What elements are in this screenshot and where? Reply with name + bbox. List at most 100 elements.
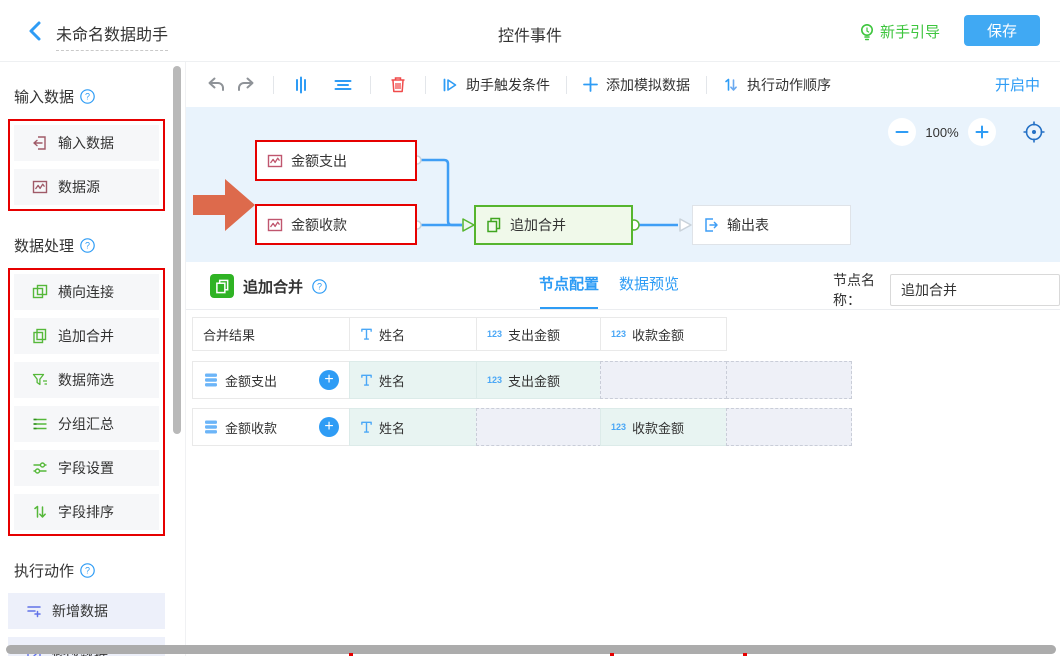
fit-view-button[interactable] <box>1020 118 1048 146</box>
trigger-condition-button[interactable]: 助手触发条件 <box>442 75 550 95</box>
sidebar-item-field-settings[interactable]: 字段设置 <box>14 450 159 486</box>
cell-label: 姓名 <box>379 371 405 390</box>
empty-cell[interactable] <box>600 361 727 399</box>
section-input-data: 输入数据 ? <box>14 86 185 107</box>
empty-cell[interactable] <box>476 408 601 446</box>
redo-button[interactable] <box>235 74 257 96</box>
node-income-source[interactable]: 金额收款 <box>255 204 417 245</box>
section-title: 数据处理 <box>14 235 74 256</box>
minus-icon <box>895 125 909 139</box>
redo-icon <box>236 77 256 93</box>
zoom-controls: 100% <box>888 118 1060 146</box>
align-vertical-button[interactable] <box>290 74 312 96</box>
flow-canvas[interactable]: 金额支出 金额收款 追加合并 输出表 100% <box>186 107 1060 262</box>
align-horizontal-button[interactable] <box>332 74 354 96</box>
add-field-button[interactable]: + <box>319 417 339 437</box>
horizontal-scrollbar[interactable] <box>6 645 1056 654</box>
toolbar-divider <box>566 76 567 94</box>
add-mock-data-button[interactable]: 添加模拟数据 <box>583 75 690 95</box>
empty-cell[interactable] <box>726 408 852 446</box>
cell-label: 支出金额 <box>508 371 560 390</box>
node-label: 金额支出 <box>291 151 347 171</box>
status-toggle[interactable]: 开启中 <box>995 74 1040 95</box>
node-append-merge[interactable]: 追加合并 <box>474 205 633 245</box>
text-type-icon <box>360 327 373 341</box>
header-cell-income-amount: 123 收款金额 <box>600 317 727 351</box>
save-button[interactable]: 保存 <box>964 15 1040 46</box>
tab-data-preview[interactable]: 数据预览 <box>618 262 680 310</box>
item-label: 数据筛选 <box>58 370 114 390</box>
trigger-condition-label: 助手触发条件 <box>466 75 550 95</box>
section-title: 输入数据 <box>14 86 74 107</box>
sidebar: 输入数据 ? 输入数据 数据源 数据处理 ? 横向连接 追加合并 <box>0 62 186 656</box>
beginner-guide-button[interactable]: 新手引导 <box>859 21 940 42</box>
action-order-button[interactable]: 执行动作顺序 <box>723 75 831 95</box>
help-icon[interactable]: ? <box>80 563 95 578</box>
datasource-icon <box>32 179 48 195</box>
chart-source-icon <box>267 217 283 233</box>
column-label: 合并结果 <box>203 325 255 344</box>
node-config-panel-header: 追加合并 ? 节点配置 数据预览 节点名称： <box>186 262 1060 310</box>
sidebar-item-append-merge[interactable]: 追加合并 <box>14 318 159 354</box>
number-type-icon: 123 <box>487 329 502 339</box>
help-icon[interactable]: ? <box>312 279 327 294</box>
mapped-cell-name[interactable]: 姓名 <box>349 361 477 399</box>
header-cell-name: 姓名 <box>349 317 477 351</box>
item-label: 分组汇总 <box>58 414 114 434</box>
zoom-level: 100% <box>916 125 968 140</box>
filter-icon <box>32 372 48 388</box>
import-icon <box>32 135 48 151</box>
delete-button[interactable] <box>387 74 409 96</box>
zoom-in-button[interactable] <box>968 118 996 146</box>
trash-icon <box>390 76 406 93</box>
append-merge-node-icon <box>210 274 234 298</box>
plus-icon <box>583 77 598 92</box>
section-title: 执行动作 <box>14 560 74 581</box>
mapped-cell-expense-amount[interactable]: 123 支出金额 <box>476 361 601 399</box>
sidebar-item-horizontal-join[interactable]: 横向连接 <box>14 274 159 310</box>
sidebar-item-data-filter[interactable]: 数据筛选 <box>14 362 159 398</box>
dataset-icon <box>203 372 219 388</box>
plus-icon <box>975 125 989 139</box>
sidebar-item-input-data[interactable]: 输入数据 <box>14 125 159 161</box>
header-cell-merge-result: 合并结果 <box>192 317 350 351</box>
align-horizontal-icon <box>334 76 352 94</box>
mapped-cell-name[interactable]: 姓名 <box>349 408 477 446</box>
horizontal-join-icon <box>32 284 48 300</box>
help-icon[interactable]: ? <box>80 89 95 104</box>
sidebar-scrollbar[interactable] <box>173 66 181 434</box>
node-name-input[interactable] <box>890 274 1060 306</box>
mapped-cell-income-amount[interactable]: 123 收款金额 <box>600 408 727 446</box>
source-cell-income[interactable]: 金额收款 + <box>192 408 350 446</box>
column-label: 支出金额 <box>508 325 560 344</box>
field-sort-icon <box>32 504 48 520</box>
source-label: 金额收款 <box>225 418 277 437</box>
table-header-row: 合并结果 姓名 123 支出金额 123 收款金额 <box>192 317 852 351</box>
undo-button[interactable] <box>205 74 227 96</box>
field-settings-icon <box>32 460 48 476</box>
node-label: 金额收款 <box>291 215 347 235</box>
node-expense-source[interactable]: 金额支出 <box>255 140 417 181</box>
header-cell-expense-amount: 123 支出金额 <box>476 317 601 351</box>
empty-cell[interactable] <box>726 361 852 399</box>
sidebar-item-group-summary[interactable]: 分组汇总 <box>14 406 159 442</box>
node-label: 追加合并 <box>510 215 566 235</box>
zoom-out-button[interactable] <box>888 118 916 146</box>
output-table-icon <box>703 217 719 233</box>
node-output-table[interactable]: 输出表 <box>692 205 851 245</box>
add-field-button[interactable]: + <box>319 370 339 390</box>
help-icon[interactable]: ? <box>80 238 95 253</box>
item-label: 追加合并 <box>58 326 114 346</box>
sidebar-item-datasource[interactable]: 数据源 <box>14 169 159 205</box>
annotation-box-processing-items: 横向连接 追加合并 数据筛选 分组汇总 字段设置 字段排序 <box>8 268 165 536</box>
bulb-icon <box>859 23 875 41</box>
sidebar-item-field-sort[interactable]: 字段排序 <box>14 494 159 530</box>
tab-node-config[interactable]: 节点配置 <box>538 262 600 310</box>
source-cell-expense[interactable]: 金额支出 + <box>192 361 350 399</box>
sidebar-item-add-data[interactable]: 新增数据 <box>8 593 165 629</box>
table-row-income: 金额收款 + 姓名 123 收款金额 <box>192 408 852 446</box>
svg-text:?: ? <box>85 241 90 251</box>
guide-label: 新手引导 <box>880 21 940 42</box>
item-label: 新增数据 <box>52 601 108 621</box>
top-header: 未命名数据助手 控件事件 新手引导 保存 <box>0 0 1060 62</box>
